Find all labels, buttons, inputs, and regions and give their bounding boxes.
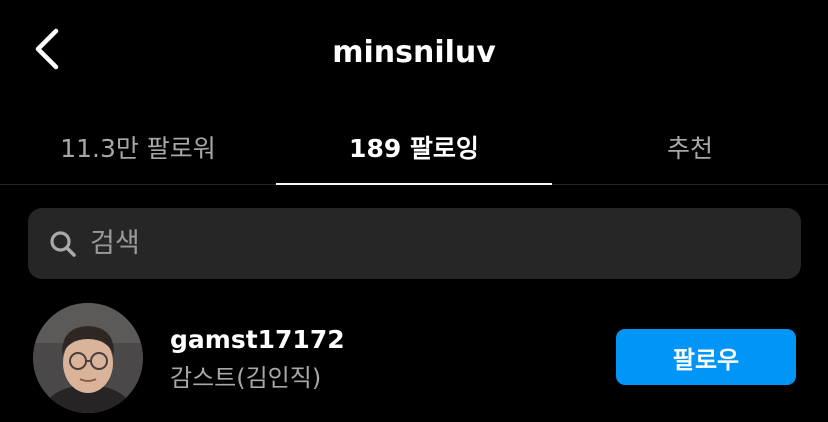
search-input[interactable] [90,208,780,279]
username[interactable]: gamst17172 [170,324,345,356]
header: minsniluv [0,0,828,104]
tab-suggested[interactable]: 추천 [552,110,828,184]
tab-bar: 11.3만 팔로워 189 팔로잉 추천 [0,110,828,186]
tab-following[interactable]: 189 팔로잉 [276,110,552,184]
list-item[interactable]: gamst17172 감스트(김인직) 팔로우 [0,296,828,422]
follow-button[interactable]: 팔로우 [616,329,796,385]
avatar[interactable] [33,303,143,413]
active-tab-indicator [276,183,552,185]
tab-followers[interactable]: 11.3만 팔로워 [0,110,276,184]
page-title: minsniluv [332,35,496,70]
search-icon [50,231,76,257]
full-name: 감스트(김인직) [170,364,322,392]
search-bar[interactable] [28,208,801,279]
avatar-image [33,303,143,413]
